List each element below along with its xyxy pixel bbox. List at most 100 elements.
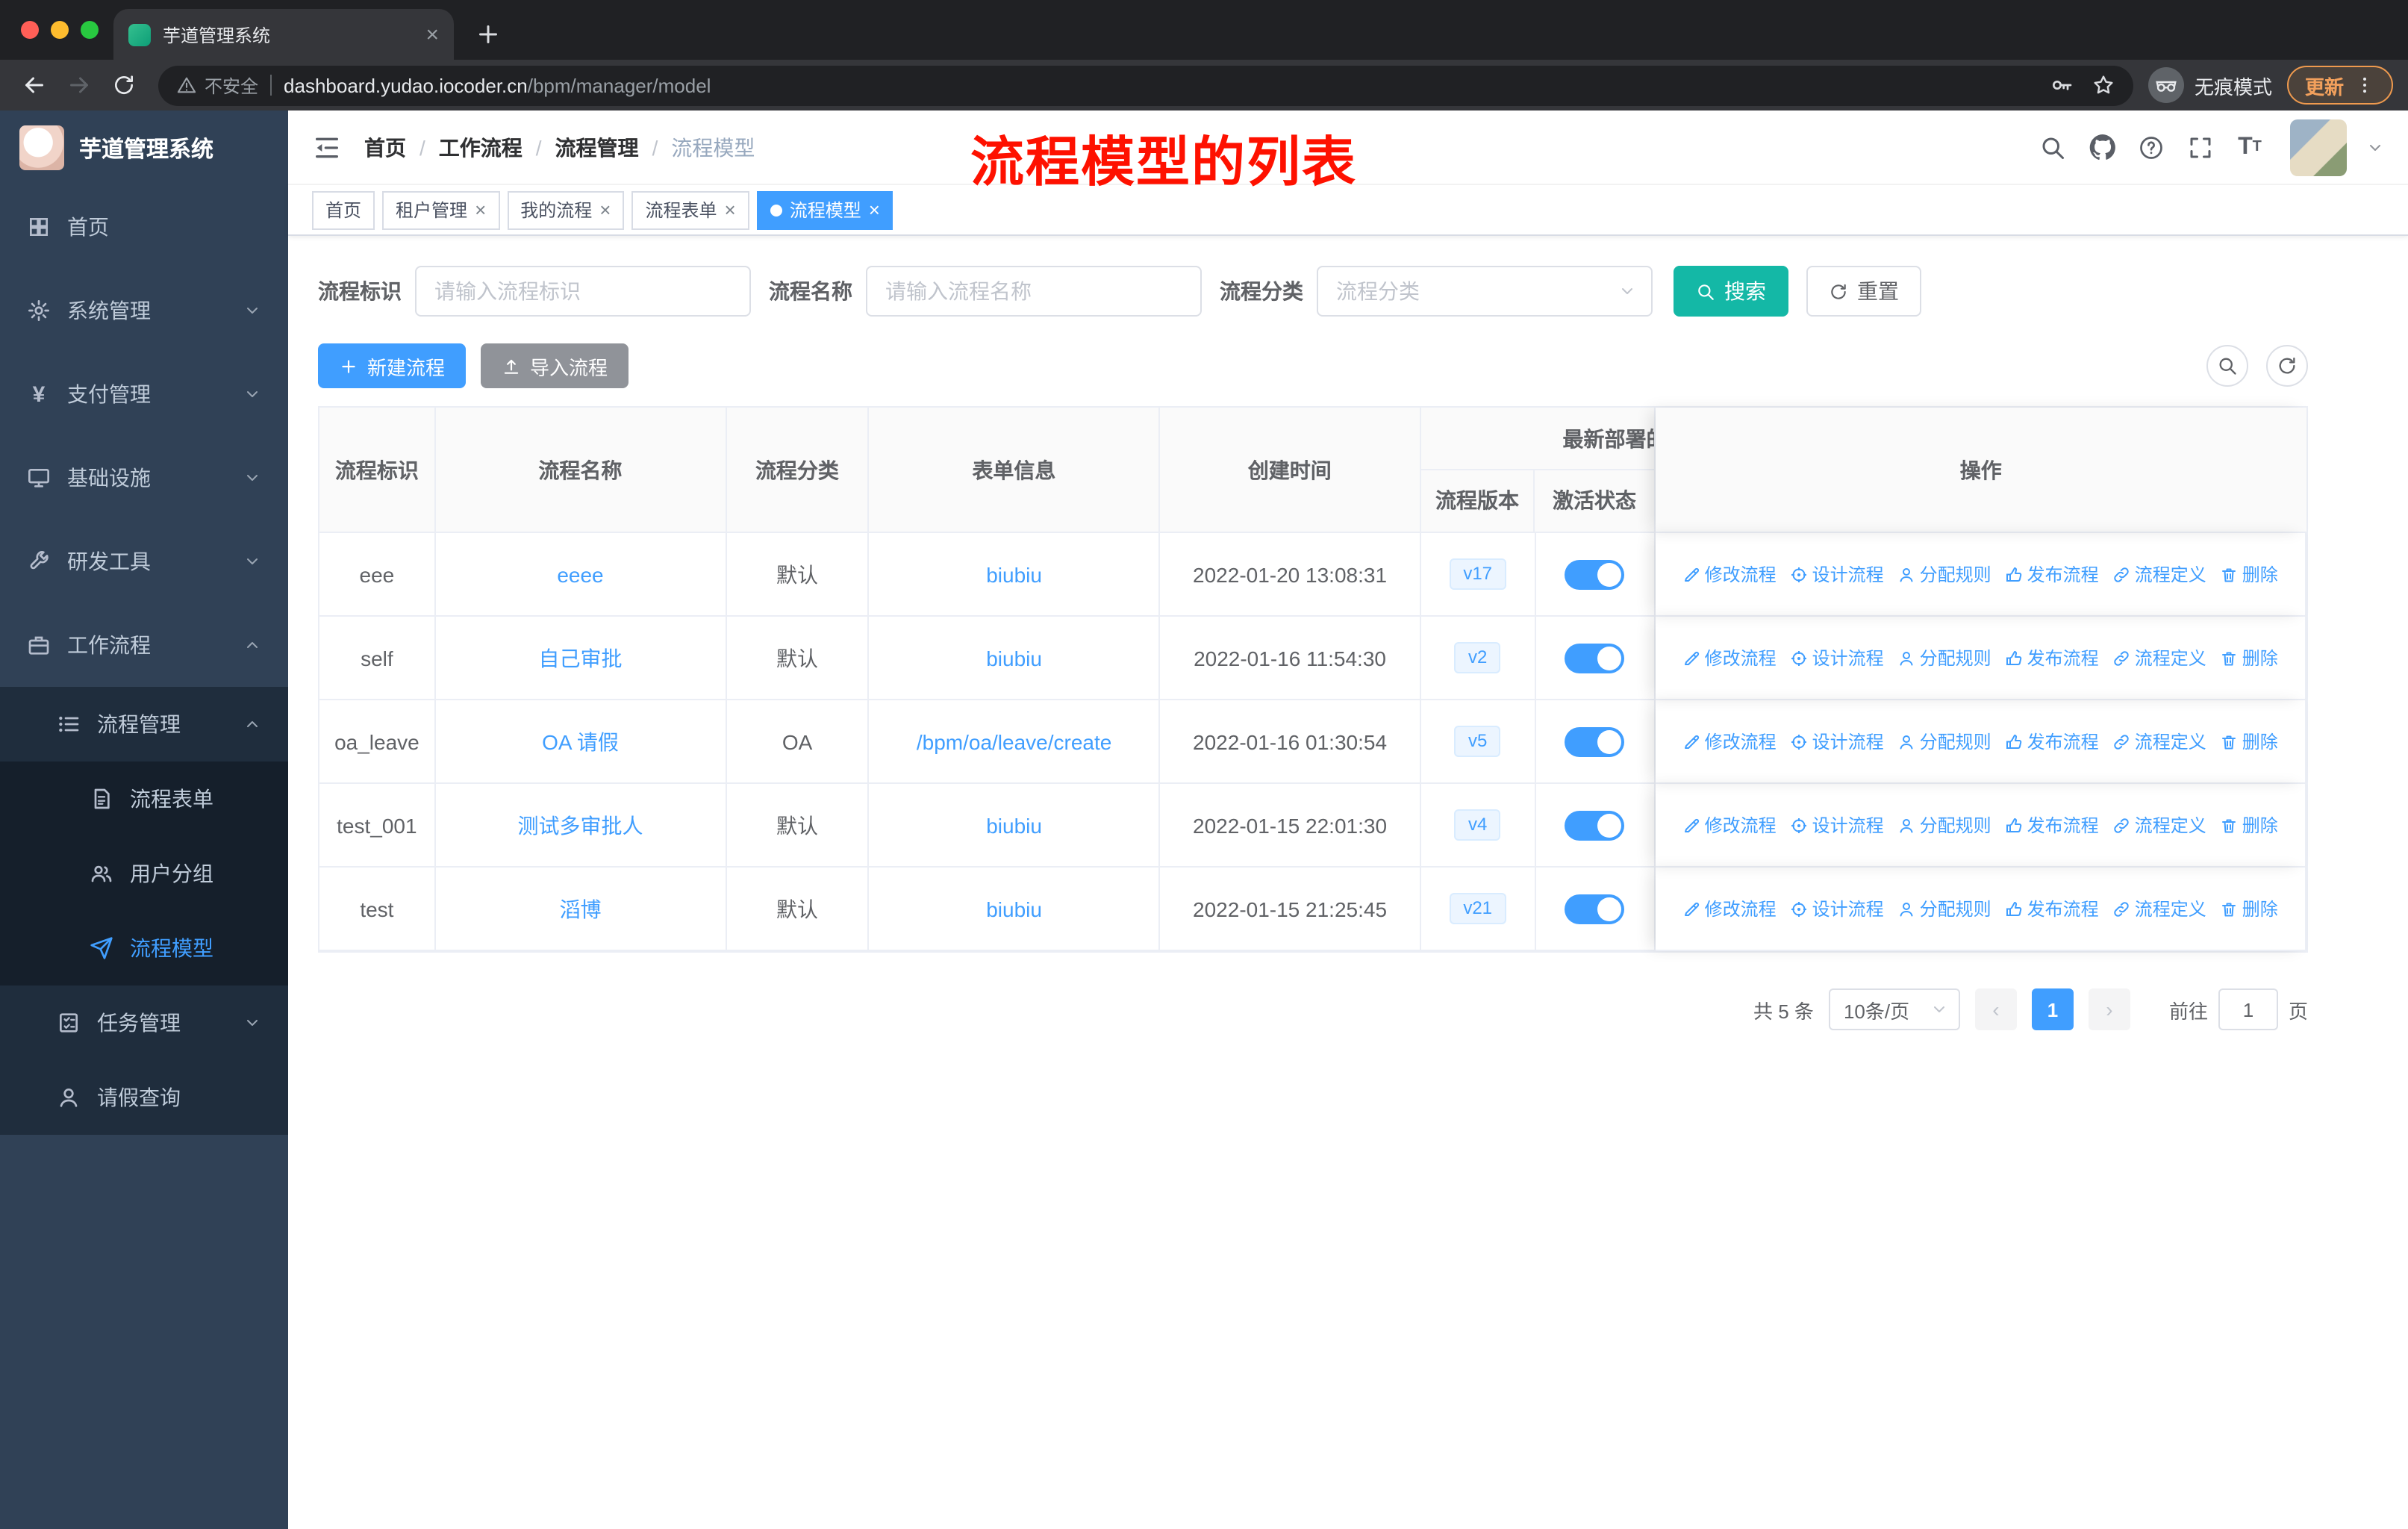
form-info-link[interactable]: biubiu [986,897,1042,921]
design-process-link[interactable]: 设计流程 [1790,812,1884,838]
tag-process-form[interactable]: 流程表单 × [631,190,749,229]
category-select[interactable]: 流程分类 [1317,266,1653,317]
process-definition-link[interactable]: 流程定义 [2112,561,2206,587]
active-toggle[interactable] [1565,810,1625,840]
github-icon[interactable] [2087,132,2117,162]
search-button[interactable]: 搜索 [1674,266,1788,317]
browser-menu-dots-icon[interactable] [2354,75,2375,96]
sidebar-item-user-group[interactable]: 用户分组 [0,836,288,911]
fullscreen-icon[interactable] [2186,132,2215,162]
tag-close-icon[interactable]: × [599,200,611,219]
sidebar-item-leave-query[interactable]: 请假查询 [0,1060,288,1135]
prev-page-button[interactable]: ‹ [1974,988,2017,1030]
current-page-button[interactable]: 1 [2031,988,2074,1030]
tag-close-icon[interactable]: × [725,200,736,219]
process-definition-link[interactable]: 流程定义 [2112,729,2206,754]
help-icon[interactable] [2136,132,2166,162]
modify-process-link[interactable]: 修改流程 [1682,896,1777,921]
forward-button[interactable] [60,66,99,105]
user-avatar[interactable] [2290,119,2347,175]
assign-rule-link[interactable]: 分配规则 [1897,645,1991,670]
publish-process-link[interactable]: 发布流程 [2005,812,2099,838]
sidebar-item-system-management[interactable]: 系统管理 [0,269,288,352]
publish-process-link[interactable]: 发布流程 [2005,561,2099,587]
page-size-select[interactable]: 10条/页 [1828,988,1960,1030]
next-page-button[interactable]: › [2088,988,2130,1030]
design-process-link[interactable]: 设计流程 [1790,645,1884,670]
active-toggle[interactable] [1565,643,1625,673]
tag-close-icon[interactable]: × [869,200,880,219]
design-process-link[interactable]: 设计流程 [1790,896,1884,921]
form-info-link[interactable]: biubiu [986,813,1042,837]
sidebar-item-process-form[interactable]: 流程表单 [0,762,288,836]
assign-rule-link[interactable]: 分配规则 [1897,896,1991,921]
avatar-caret-down-icon[interactable] [2366,138,2384,156]
new-tab-button[interactable] [475,21,502,48]
font-size-icon[interactable]: TT [2235,132,2265,162]
process-name-link[interactable]: 测试多审批人 [517,810,643,840]
window-close-button[interactable] [21,21,39,39]
process-name-input[interactable] [866,266,1202,317]
assign-rule-link[interactable]: 分配规则 [1897,812,1991,838]
tag-my-process[interactable]: 我的流程 × [507,190,625,229]
reset-button[interactable]: 重置 [1806,266,1921,317]
bookmark-star-icon[interactable] [2092,73,2115,97]
tab-close-icon[interactable]: × [425,23,439,46]
delete-link[interactable]: 删除 [2220,812,2278,838]
back-button[interactable] [15,66,54,105]
active-toggle[interactable] [1565,559,1625,589]
active-toggle[interactable] [1565,894,1625,924]
modify-process-link[interactable]: 修改流程 [1682,812,1777,838]
publish-process-link[interactable]: 发布流程 [2005,896,2099,921]
sidebar-item-home[interactable]: 首页 [0,185,288,269]
hamburger-icon[interactable] [312,132,342,162]
tag-tenant-management[interactable]: 租户管理 × [382,190,500,229]
process-name-link[interactable]: 自己审批 [538,643,622,673]
modify-process-link[interactable]: 修改流程 [1682,561,1777,587]
sidebar-item-payment-management[interactable]: ¥ 支付管理 [0,352,288,436]
sidebar-item-dev-tools[interactable]: 研发工具 [0,520,288,603]
process-name-link[interactable]: 滔博 [559,894,601,924]
form-info-link[interactable]: /bpm/oa/leave/create [917,729,1112,753]
process-name-link[interactable]: OA 请假 [542,726,619,756]
incognito-chip[interactable]: 无痕模式 [2147,67,2272,103]
refresh-table-button[interactable] [2266,345,2308,387]
assign-rule-link[interactable]: 分配规则 [1897,729,1991,754]
search-icon[interactable] [2038,132,2068,162]
password-key-icon[interactable] [2050,73,2074,97]
breadcrumb-process-management[interactable]: 流程管理 [555,132,639,162]
delete-link[interactable]: 删除 [2220,896,2278,921]
create-process-button[interactable]: 新建流程 [318,343,467,388]
publish-process-link[interactable]: 发布流程 [2005,645,2099,670]
design-process-link[interactable]: 设计流程 [1790,729,1884,754]
sidebar-item-process-model[interactable]: 流程模型 [0,911,288,985]
assign-rule-link[interactable]: 分配规则 [1897,561,1991,587]
sidebar-item-process-management[interactable]: 流程管理 [0,687,288,762]
form-info-link[interactable]: biubiu [986,562,1042,586]
browser-update-button[interactable]: 更新 [2286,66,2393,105]
publish-process-link[interactable]: 发布流程 [2005,729,2099,754]
breadcrumb-workflow[interactable]: 工作流程 [439,132,523,162]
tag-home[interactable]: 首页 [312,190,375,229]
modify-process-link[interactable]: 修改流程 [1682,729,1777,754]
active-toggle[interactable] [1565,726,1625,756]
design-process-link[interactable]: 设计流程 [1790,561,1884,587]
security-chip[interactable]: 不安全 [176,72,258,98]
url-text[interactable]: dashboard.yudao.iocoder.cn/bpm/manager/m… [284,74,711,96]
address-bar[interactable]: 不安全 dashboard.yudao.iocoder.cn/bpm/manag… [158,65,2133,105]
breadcrumb-home[interactable]: 首页 [364,132,406,162]
sidebar-logo[interactable]: 芋道管理系统 [0,110,288,185]
delete-link[interactable]: 删除 [2220,729,2278,754]
window-zoom-button[interactable] [81,21,99,39]
window-minimize-button[interactable] [51,21,69,39]
goto-page-input[interactable] [2218,988,2278,1030]
toggle-search-button[interactable] [2206,345,2248,387]
tag-close-icon[interactable]: × [475,200,486,219]
process-definition-link[interactable]: 流程定义 [2112,812,2206,838]
sidebar-item-workflow[interactable]: 工作流程 [0,603,288,687]
import-process-button[interactable]: 导入流程 [481,343,629,388]
process-definition-link[interactable]: 流程定义 [2112,645,2206,670]
tag-process-model[interactable]: 流程模型 × [756,190,893,229]
process-id-input[interactable] [415,266,751,317]
browser-tab[interactable]: 芋道管理系统 × [113,9,454,60]
